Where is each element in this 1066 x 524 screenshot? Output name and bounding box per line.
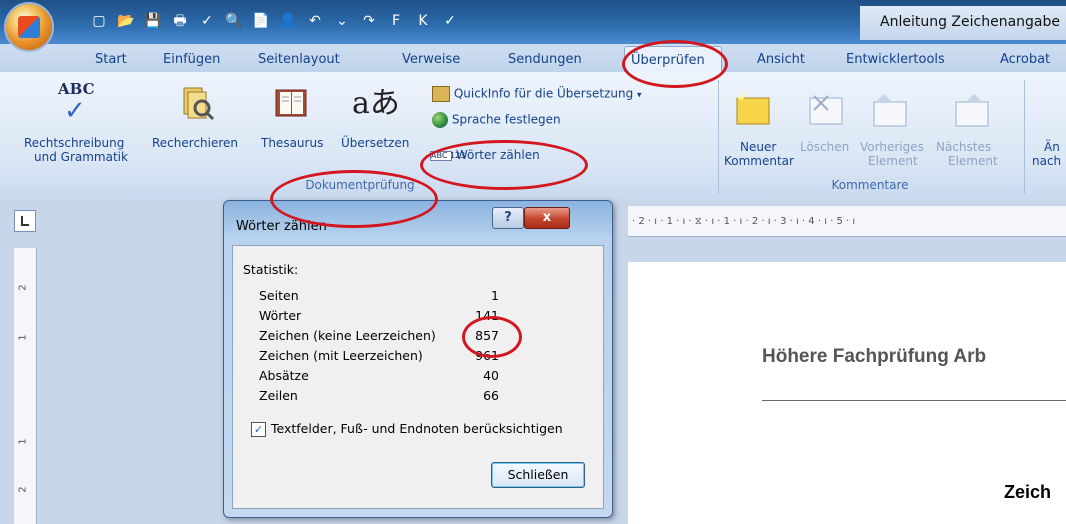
- undo-icon[interactable]: 👤: [279, 12, 297, 30]
- next-comment-label-1: Nächstes: [936, 140, 992, 154]
- vertical-ruler[interactable]: 2 1 1 2: [14, 248, 37, 524]
- tab-ansicht[interactable]: Ansicht: [757, 52, 805, 67]
- word-count-dialog: Wörter zählen ? x Statistik: Seiten 1 Wö…: [223, 200, 613, 518]
- previous-comment-label-2: Element: [868, 154, 918, 168]
- vertical-ruler-mark: 2: [17, 486, 29, 493]
- set-language-button[interactable]: Sprache festlegen: [432, 112, 561, 128]
- window-title: Anleitung Zeichenangabe: [880, 14, 1060, 30]
- bold-icon[interactable]: ⌄: [333, 12, 351, 30]
- title-bar: Anleitung Zeichenangabe ▢ 📂 💾 🖶 ✓ 🔍 📄 👤 ↶ ⌄ ↷ F K ✓: [0, 0, 1066, 44]
- tab-entwicklertools[interactable]: Entwicklertools: [846, 52, 945, 67]
- tab-acrobat[interactable]: Acrobat: [1000, 52, 1050, 67]
- office-button[interactable]: [6, 4, 52, 50]
- save-icon[interactable]: 💾: [144, 12, 162, 30]
- track-changes-label-1[interactable]: Än: [1044, 140, 1060, 154]
- italic-icon[interactable]: ↷: [360, 12, 378, 30]
- include-textboxes-checkbox[interactable]: ✓: [251, 422, 266, 437]
- highlight-ring-word-count: [420, 140, 588, 190]
- preview-icon[interactable]: 🔍: [225, 12, 243, 30]
- vertical-ruler-mark: 2: [17, 284, 29, 291]
- tab-selector-button[interactable]: [14, 210, 36, 232]
- previous-comment-label-1: Vorheriges: [860, 140, 924, 154]
- next-comment-label-2: Element: [948, 154, 998, 168]
- stat-label-chars-with-spaces: Zeichen (mit Leerzeichen): [259, 348, 423, 363]
- comments-group-label: Kommentare: [831, 178, 909, 192]
- stat-value-lines: 66: [483, 388, 499, 403]
- document-heading: Höhere Fachprüfung Arb: [762, 346, 987, 367]
- translate-label[interactable]: Übersetzen: [341, 136, 409, 150]
- print-preview-icon[interactable]: 🖶: [171, 12, 189, 30]
- spelling-grammar-label-2[interactable]: und Grammatik: [34, 150, 128, 164]
- spelling-button-icon-area[interactable]: ABC ✓: [50, 80, 106, 130]
- stat-label-paragraphs: Absätze: [259, 368, 309, 383]
- tab-verweise[interactable]: Verweise: [402, 52, 460, 67]
- research-icon[interactable]: [178, 84, 216, 122]
- spelling-icon[interactable]: ✓: [198, 12, 216, 30]
- dropdown-arrow-icon: ▾: [637, 90, 642, 101]
- quickinfo-icon: [432, 86, 450, 102]
- quick-access-toolbar: ▢ 📂 💾 🖶 ✓ 🔍 📄 👤 ↶ ⌄ ↷ F K ✓: [60, 0, 520, 44]
- thesaurus-label[interactable]: Thesaurus: [261, 136, 323, 150]
- checkmark-icon: ✓: [64, 96, 86, 126]
- thesaurus-icon[interactable]: [272, 84, 310, 122]
- stat-label-chars-no-spaces: Zeichen (keine Leerzeichen): [259, 328, 436, 343]
- group-separator-2: [1024, 80, 1025, 194]
- stat-label-words: Wörter: [259, 308, 302, 323]
- redo-icon[interactable]: ↶: [306, 12, 324, 30]
- new-comment-icon[interactable]: [733, 92, 771, 130]
- group-separator: [718, 80, 719, 194]
- include-textboxes-label[interactable]: Textfelder, Fuß- und Endnoten berücksich…: [271, 421, 563, 436]
- tab-start[interactable]: Start: [95, 52, 127, 67]
- stat-label-lines: Zeilen: [259, 388, 298, 403]
- research-label[interactable]: Recherchieren: [152, 136, 238, 150]
- document-page[interactable]: Höhere Fachprüfung Arb Zeich: [628, 262, 1066, 524]
- horizontal-ruler[interactable]: · 2 · ı · 1 · ı · ⧖ · ı · 1 · ı · 2 · ı …: [628, 206, 1066, 237]
- delete-comment-icon: [806, 92, 844, 130]
- delete-comment-label: Löschen: [800, 140, 850, 154]
- new-comment-label-1[interactable]: Neuer: [740, 140, 776, 154]
- tab-sendungen[interactable]: Sendungen: [508, 52, 582, 67]
- highlight-ring-review-tab: [622, 40, 728, 88]
- office-logo-icon: [18, 16, 40, 38]
- format-painter-icon[interactable]: F: [387, 12, 405, 30]
- dialog-close-button[interactable]: x: [524, 207, 570, 229]
- paragraph-icon[interactable]: K: [414, 12, 432, 30]
- tab-einfuegen[interactable]: Einfügen: [163, 52, 220, 67]
- tab-seitenlayout[interactable]: Seitenlayout: [258, 52, 340, 67]
- stat-label-pages: Seiten: [259, 288, 299, 303]
- stat-value-paragraphs: 40: [483, 368, 499, 383]
- quickinfo-translation-button[interactable]: QuickInfo für die Übersetzung ▾: [432, 86, 642, 102]
- open-icon[interactable]: 📂: [117, 12, 135, 30]
- quickinfo-label: QuickInfo für die Übersetzung: [453, 86, 634, 101]
- set-language-label: Sprache festlegen: [451, 112, 561, 127]
- document-subheading: Zeich: [1004, 482, 1052, 502]
- next-comment-icon: [952, 92, 990, 130]
- ribbon-tabs: Start Einfügen Seitenlayout Verweise Sen…: [0, 44, 1066, 73]
- previous-comment-icon: [870, 92, 908, 130]
- dialog-body: Statistik: Seiten 1 Wörter 141 Zeichen (…: [232, 245, 604, 509]
- vertical-ruler-mark: 1: [17, 334, 29, 341]
- spelling-grammar-label-1[interactable]: Rechtschreibung: [24, 136, 124, 150]
- dialog-close-action-button[interactable]: Schließen: [491, 462, 585, 488]
- track-changes-label-2[interactable]: nach: [1032, 154, 1061, 168]
- horizontal-ruler-scale: · 2 · ı · 1 · ı · ⧖ · ı · 1 · ı · 2 · ı …: [632, 216, 856, 227]
- help-button[interactable]: ?: [492, 207, 524, 229]
- stat-value-pages: 1: [491, 288, 499, 303]
- new-doc-icon[interactable]: ▢: [90, 12, 108, 30]
- vertical-ruler-mark: 1: [17, 438, 29, 445]
- highlight-ring-char-count: [462, 316, 522, 358]
- globe-icon: [432, 112, 448, 128]
- statistics-section-label: Statistik:: [243, 262, 299, 277]
- highlight-ring-proofing-group: [270, 170, 438, 228]
- customize-icon[interactable]: ✓: [441, 12, 459, 30]
- translate-icon[interactable]: aあ: [352, 78, 400, 122]
- heading-rule: [762, 400, 1066, 401]
- new-comment-label-2[interactable]: Kommentar: [724, 154, 794, 168]
- insert-icon[interactable]: 📄: [252, 12, 270, 30]
- tab-stop-icon: [21, 216, 29, 226]
